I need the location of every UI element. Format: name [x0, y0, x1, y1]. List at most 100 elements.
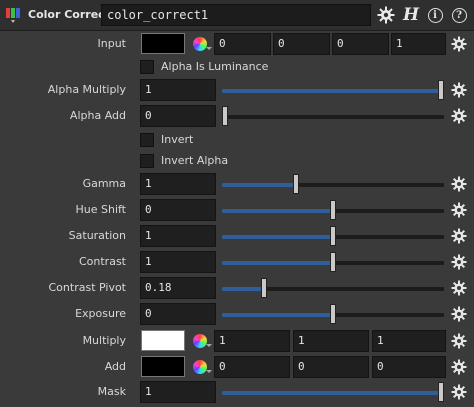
saturation-slider[interactable] [222, 226, 444, 246]
help-glyph: ? [451, 7, 467, 23]
chevron-down-icon [206, 370, 212, 373]
multiply-color-swatch[interactable] [141, 330, 185, 351]
param-contrast-pivot: Contrast Pivot 0.18 [0, 276, 474, 300]
node-type-label: Color Correct [28, 8, 110, 21]
param-mask: Mask 1 [0, 380, 474, 404]
multiply-g-field[interactable]: 1 [293, 330, 369, 352]
chevron-down-icon [206, 47, 212, 50]
mask-label: Mask [97, 385, 126, 398]
slider-thumb[interactable] [330, 200, 336, 220]
gear-icon[interactable] [451, 82, 467, 98]
input-a-field[interactable]: 1 [391, 33, 446, 55]
mask-field[interactable]: 1 [140, 381, 216, 403]
contrast-field[interactable]: 1 [140, 251, 216, 273]
hue-shift-field[interactable]: 0 [140, 199, 216, 221]
slider-fill [222, 235, 333, 239]
gamma-field[interactable]: 1 [140, 173, 216, 195]
contrast-pivot-label: Contrast Pivot [48, 281, 127, 294]
contrast-slider[interactable] [222, 252, 444, 272]
add-r-field[interactable]: 0 [214, 356, 290, 378]
alpha-is-luminance-checkbox[interactable] [140, 60, 154, 74]
slider-thumb[interactable] [222, 106, 228, 126]
color-correct-node-icon [6, 8, 20, 23]
info-glyph: i [427, 7, 443, 23]
alpha-multiply-field[interactable]: 1 [140, 79, 216, 101]
node-name-field[interactable]: color_correct1 [101, 4, 371, 26]
gamma-slider[interactable] [222, 174, 444, 194]
alpha-add-slider[interactable] [222, 106, 444, 126]
add-color-swatch[interactable] [141, 356, 185, 377]
slider-thumb[interactable] [330, 304, 336, 324]
param-add: Add 0 0 0 [0, 355, 474, 379]
gear-icon[interactable] [451, 333, 467, 349]
slider-fill [222, 391, 441, 395]
exposure-slider[interactable] [222, 304, 444, 324]
mask-slider[interactable] [222, 382, 444, 402]
param-alpha-add: Alpha Add 0 [0, 104, 474, 128]
color-wheel-icon[interactable] [193, 37, 207, 51]
param-alpha-multiply: Alpha Multiply 1 [0, 78, 474, 102]
alpha-multiply-slider[interactable] [222, 80, 444, 100]
gear-icon[interactable] [451, 306, 467, 322]
param-contrast: Contrast 1 [0, 250, 474, 274]
info-icon[interactable]: i [425, 5, 445, 25]
invert-alpha-checkbox[interactable] [140, 154, 154, 168]
slider-fill [222, 89, 441, 93]
multiply-r-field[interactable]: 1 [214, 330, 290, 352]
gear-icon[interactable] [451, 108, 467, 124]
invert-checkbox[interactable] [140, 133, 154, 147]
saturation-label: Saturation [68, 229, 126, 242]
gear-icon[interactable] [376, 5, 396, 25]
input-g-field[interactable]: 0 [273, 33, 330, 55]
add-b-field[interactable]: 0 [372, 356, 446, 378]
alpha-multiply-label: Alpha Multiply [47, 83, 126, 96]
invert-alpha-label: Invert Alpha [161, 154, 229, 167]
slider-fill [222, 261, 333, 265]
gear-icon[interactable] [451, 36, 467, 52]
alpha-add-field[interactable]: 0 [140, 105, 216, 127]
gear-icon[interactable] [451, 176, 467, 192]
param-gamma: Gamma 1 [0, 172, 474, 196]
slider-thumb[interactable] [438, 80, 444, 100]
slider-thumb[interactable] [293, 174, 299, 194]
multiply-label: Multiply [82, 334, 126, 347]
gear-icon[interactable] [451, 384, 467, 400]
input-color-swatch[interactable] [141, 33, 185, 54]
exposure-field[interactable]: 0 [140, 303, 216, 325]
param-multiply: Multiply 1 1 1 [0, 329, 474, 353]
input-r-field[interactable]: 0 [214, 33, 271, 55]
slider-thumb[interactable] [261, 278, 267, 298]
gear-icon[interactable] [451, 254, 467, 270]
houdini-h-glyph: H [402, 5, 420, 25]
slider-fill [222, 313, 333, 317]
help-icon[interactable]: ? [449, 5, 469, 25]
contrast-pivot-slider[interactable] [222, 278, 444, 298]
gear-icon[interactable] [451, 359, 467, 375]
gear-icon[interactable] [451, 280, 467, 296]
slider-fill [222, 209, 333, 213]
gear-icon[interactable] [451, 202, 467, 218]
slider-thumb[interactable] [330, 252, 336, 272]
chevron-down-icon [206, 344, 212, 347]
alpha-add-label: Alpha Add [69, 109, 126, 122]
contrast-pivot-field[interactable]: 0.18 [140, 277, 216, 299]
houdini-help-icon[interactable]: H [401, 5, 421, 25]
param-input: Input 0 0 0 1 [0, 32, 474, 56]
multiply-b-field[interactable]: 1 [372, 330, 446, 352]
slider-fill [222, 183, 296, 187]
hue-shift-slider[interactable] [222, 200, 444, 220]
gear-icon[interactable] [451, 228, 467, 244]
param-invert-alpha: Invert Alpha [0, 149, 474, 173]
parameter-header: Color Correct color_correct1 H i ? [0, 0, 474, 31]
color-wheel-icon[interactable] [193, 334, 207, 348]
param-exposure: Exposure 0 [0, 302, 474, 326]
add-g-field[interactable]: 0 [293, 356, 369, 378]
slider-thumb[interactable] [330, 226, 336, 246]
contrast-label: Contrast [78, 255, 126, 268]
color-wheel-icon[interactable] [193, 360, 207, 374]
param-alpha-is-luminance: Alpha Is Luminance [0, 55, 474, 79]
input-label: Input [97, 37, 126, 50]
input-b-field[interactable]: 0 [332, 33, 389, 55]
saturation-field[interactable]: 1 [140, 225, 216, 247]
slider-thumb[interactable] [438, 382, 444, 402]
